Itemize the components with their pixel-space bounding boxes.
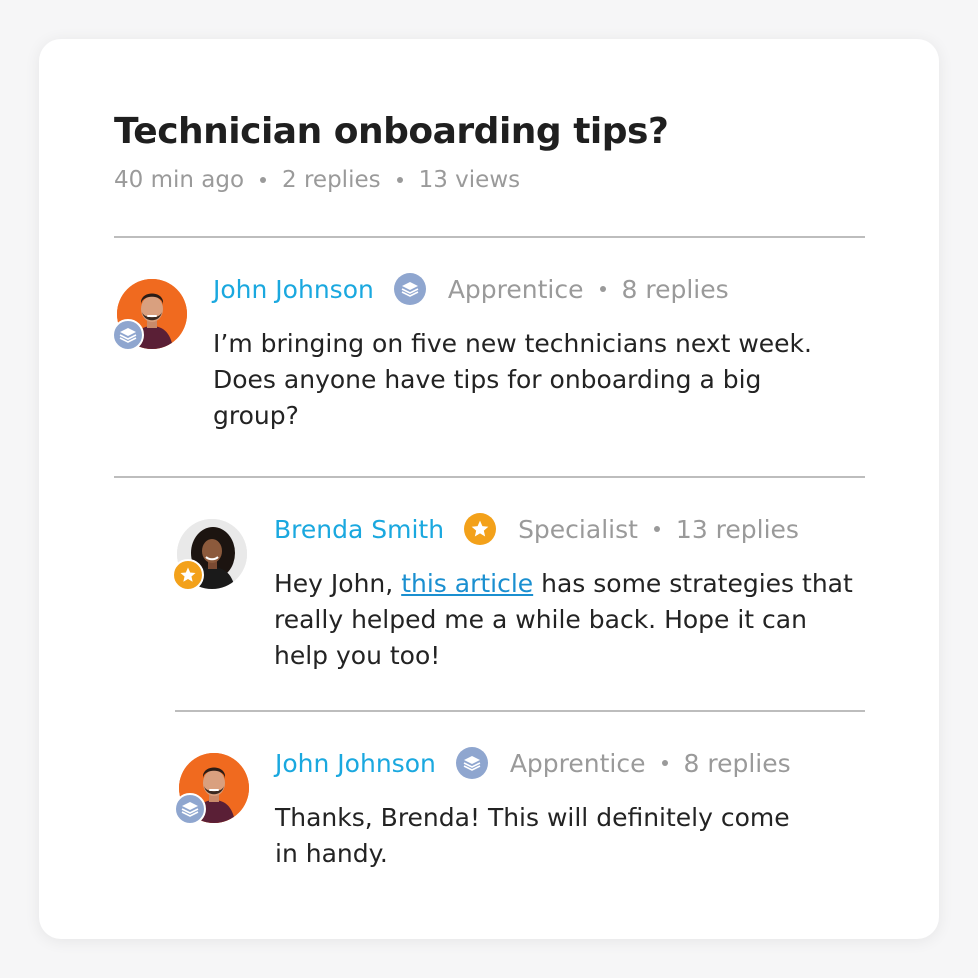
thread-time: 40 min ago xyxy=(114,167,245,193)
separator-dot xyxy=(599,286,606,292)
author-name-link[interactable]: John Johnson xyxy=(213,275,374,304)
avatar[interactable] xyxy=(172,519,251,593)
star-icon xyxy=(464,513,497,545)
post-header: Brenda Smith Specialist 13 replies xyxy=(274,513,799,545)
thread-view-count: 13 views xyxy=(418,167,521,193)
author-reply-count: 8 replies xyxy=(621,274,729,304)
rank-label: Specialist xyxy=(518,514,638,544)
avatar[interactable] xyxy=(112,279,191,353)
rank-label: Apprentice xyxy=(447,274,584,304)
star-icon xyxy=(172,559,204,591)
post-header: John Johnson Apprentice 8 replies xyxy=(213,273,729,305)
separator-dot xyxy=(661,760,668,766)
layers-icon xyxy=(174,793,206,825)
post-body: I’m bringing on five new technicians nex… xyxy=(213,329,812,430)
divider xyxy=(114,236,865,238)
author-name-link[interactable]: Brenda Smith xyxy=(274,515,444,544)
divider xyxy=(175,710,865,712)
article-link[interactable]: this article xyxy=(401,569,533,598)
rank-label: Apprentice xyxy=(509,748,646,778)
divider xyxy=(114,476,865,478)
author-reply-count: 8 replies xyxy=(683,748,791,778)
post-body: Hey John, this article has some strategi… xyxy=(274,566,854,674)
post-body: Thanks, Brenda! This will definitely com… xyxy=(275,803,790,868)
thread-card: Technician onboarding tips? 40 min ago 2… xyxy=(39,39,939,939)
post-body-text: Hey John, xyxy=(274,569,402,598)
thread-meta: 40 min ago 2 replies 13 views xyxy=(114,167,520,193)
thread-title: Technician onboarding tips? xyxy=(114,111,669,152)
layers-icon xyxy=(393,273,426,305)
thread-reply-count: 2 replies xyxy=(282,167,381,193)
author-name-link[interactable]: John Johnson xyxy=(275,749,436,778)
layers-icon xyxy=(455,747,488,779)
avatar[interactable] xyxy=(174,753,253,827)
separator-dot xyxy=(653,526,660,532)
separator-dot xyxy=(260,177,267,183)
author-reply-count: 13 replies xyxy=(675,514,799,544)
post-header: John Johnson Apprentice 8 replies xyxy=(275,747,791,779)
layers-icon xyxy=(112,319,144,351)
separator-dot xyxy=(396,177,403,183)
